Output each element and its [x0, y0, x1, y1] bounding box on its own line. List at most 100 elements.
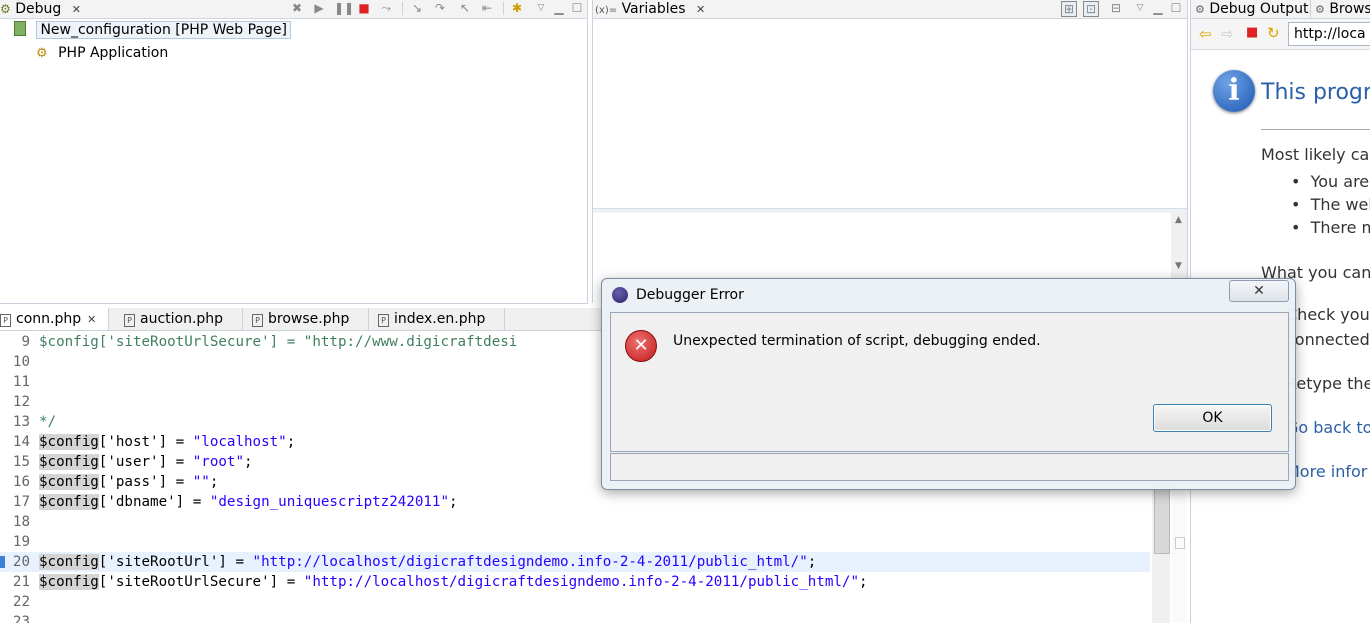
- line-number: 11: [12, 374, 30, 390]
- code-text: $config['dbname'] = "design_uniquescript…: [39, 494, 458, 510]
- tab-debug[interactable]: ⚙ Debug ✕: [0, 0, 81, 18]
- step-into-icon[interactable]: ↘: [410, 1, 424, 15]
- error-icon: ✕: [625, 330, 657, 362]
- address-bar[interactable]: http://loca: [1288, 22, 1370, 46]
- back-arrow-icon[interactable]: ⇦: [1199, 25, 1212, 43]
- tab-browser[interactable]: ⚙ Browse: [1315, 0, 1370, 18]
- view-menu-chevron-down-icon[interactable]: ▽: [1133, 1, 1147, 15]
- suspend-icon[interactable]: ❚❚: [334, 1, 354, 15]
- code-line[interactable]: 18: [0, 512, 1150, 532]
- line-number: 18: [12, 514, 30, 530]
- maximize-icon[interactable]: ☐: [1169, 1, 1183, 15]
- tab-debug-output[interactable]: ⚙ Debug Output: [1195, 0, 1308, 18]
- error-message: Unexpected termination of script, debugg…: [673, 333, 1041, 349]
- resume-icon[interactable]: ▶: [312, 1, 326, 15]
- browser-view-tabbar: ⚙ Debug Output ⚙ Browse: [1191, 0, 1370, 19]
- current-line-marker-icon: [0, 556, 5, 568]
- show-type-names-icon[interactable]: ⊞: [1061, 1, 1077, 17]
- more-info-link[interactable]: More infor: [1286, 462, 1367, 481]
- tab-conn-php[interactable]: Pconn.php ✕: [0, 308, 109, 330]
- dialog-close-button[interactable]: ✕: [1229, 280, 1289, 302]
- scroll-up-icon[interactable]: ▲: [1175, 215, 1182, 225]
- code-text: $config['host'] = "localhost";: [39, 434, 296, 450]
- debug-view: ⚙ Debug ✕ ✖ ▶ ❚❚ ■ ⤳ ↘ ↷ ↖ ⇤ ✱ ▽ ▁ ☐ New…: [0, 0, 588, 304]
- code-line[interactable]: 23: [0, 612, 1150, 623]
- code-text: $config['user'] = "root";: [39, 454, 253, 470]
- line-number: 14: [12, 434, 30, 450]
- line-number: 10: [12, 354, 30, 370]
- php-file-icon: P: [124, 314, 135, 327]
- view-menu-chevron-down-icon[interactable]: ▽: [534, 1, 548, 15]
- php-file-icon: P: [252, 314, 263, 327]
- page-text: connected: [1286, 330, 1370, 349]
- line-number: 12: [12, 394, 30, 410]
- show-logical-structure-icon[interactable]: ⊡: [1083, 1, 1099, 17]
- refresh-icon[interactable]: ↻: [1267, 24, 1280, 42]
- bullet-item: • The web: [1291, 195, 1370, 214]
- debug-icon: ⚙: [0, 2, 11, 16]
- tab-variables[interactable]: (x)= Variables ✕: [595, 0, 705, 18]
- tab-auction-php[interactable]: Pauction.php: [124, 308, 243, 330]
- minimize-icon[interactable]: ▁: [552, 1, 566, 15]
- terminate-icon[interactable]: ■: [357, 1, 371, 15]
- page-text: Most likely cau: [1261, 145, 1370, 164]
- browser-toolbar: ⇦ ⇨ ■ ↻ http://loca: [1191, 19, 1370, 50]
- code-line[interactable]: 21 $config['siteRootUrlSecure'] = "http:/…: [0, 572, 1150, 592]
- collapse-all-icon[interactable]: ⊟: [1109, 1, 1123, 15]
- line-number: 23: [12, 614, 30, 623]
- dialog-title: Debugger Error: [636, 287, 744, 303]
- line-number: 9: [21, 334, 30, 350]
- tree-item-label: PHP Application: [58, 45, 169, 61]
- drop-to-frame-icon[interactable]: ⇤: [480, 1, 494, 15]
- php-file-icon: P: [0, 314, 11, 327]
- debug-view-tabbar: ⚙ Debug ✕ ✖ ▶ ❚❚ ■ ⤳ ↘ ↷ ↖ ⇤ ✱ ▽ ▁ ☐: [0, 0, 587, 19]
- scroll-thumb[interactable]: [1154, 482, 1170, 554]
- info-icon: i: [1213, 70, 1255, 112]
- page-text: Retype the: [1286, 374, 1370, 393]
- bullet-item: • There m: [1291, 218, 1370, 237]
- variables-view-tabbar: (x)= Variables ✕ ⊞ ⊡ ⊟ ▽ ▁ ☐: [593, 0, 1187, 19]
- step-return-icon[interactable]: ↖: [458, 1, 472, 15]
- forward-arrow-icon[interactable]: ⇨: [1221, 25, 1234, 43]
- code-line[interactable]: 19: [0, 532, 1150, 552]
- step-over-icon[interactable]: ↷: [433, 1, 447, 15]
- code-text: */: [39, 414, 57, 430]
- variables-icon: (x)=: [595, 5, 618, 16]
- line-number: 13: [12, 414, 30, 430]
- eclipse-logo-icon: [612, 287, 628, 303]
- disconnect-icon[interactable]: ⤳: [379, 1, 393, 15]
- minimize-icon[interactable]: ▁: [1151, 1, 1165, 15]
- php-application-icon: ⚙: [36, 46, 48, 61]
- line-number: 17: [12, 494, 30, 510]
- use-step-filters-icon[interactable]: ✱: [510, 1, 524, 15]
- tab-index-en-php[interactable]: Pindex.en.php: [378, 308, 505, 330]
- browser-icon: ⚙: [1315, 3, 1325, 16]
- close-icon: ✕: [1253, 283, 1265, 299]
- close-icon[interactable]: ✕: [72, 3, 81, 16]
- debug-output-icon: ⚙: [1195, 3, 1205, 16]
- maximize-icon[interactable]: ☐: [570, 1, 584, 15]
- line-number: 15: [12, 454, 30, 470]
- code-text: $config['siteRootUrl'] = "http://localho…: [39, 554, 817, 570]
- close-icon[interactable]: ✕: [696, 3, 705, 16]
- tab-browse-php[interactable]: Pbrowse.php: [252, 308, 369, 330]
- line-number: 16: [12, 474, 30, 490]
- code-line[interactable]: 20 $config['siteRootUrl'] = "http://local…: [0, 552, 1150, 572]
- stop-icon[interactable]: ■: [1246, 25, 1258, 40]
- line-number: 19: [12, 534, 30, 550]
- go-back-link[interactable]: Go back to: [1286, 418, 1370, 437]
- code-text: $config['siteRootUrlSecure'] = "http://l…: [39, 574, 868, 590]
- tree-item-application[interactable]: ⚙ PHP Application: [36, 42, 168, 64]
- remove-launches-icon[interactable]: ✖: [290, 1, 304, 15]
- code-line[interactable]: 22: [0, 592, 1150, 612]
- debugger-error-dialog: Debugger Error ✕ ✕ Unexpected terminatio…: [601, 278, 1296, 490]
- code-text: $config['pass'] = "";: [39, 474, 219, 490]
- dialog-footer: [610, 453, 1289, 481]
- scroll-down-icon[interactable]: ▼: [1175, 261, 1182, 271]
- ok-button[interactable]: OK: [1153, 404, 1272, 432]
- code-line[interactable]: 17 $config['dbname'] = "design_uniquescri…: [0, 492, 1150, 512]
- tree-item-launch[interactable]: New_configuration [PHP Web Page]: [14, 19, 291, 41]
- variables-detail-divider[interactable]: [593, 208, 1187, 213]
- php-file-icon: P: [378, 314, 389, 327]
- close-icon[interactable]: ✕: [87, 313, 96, 326]
